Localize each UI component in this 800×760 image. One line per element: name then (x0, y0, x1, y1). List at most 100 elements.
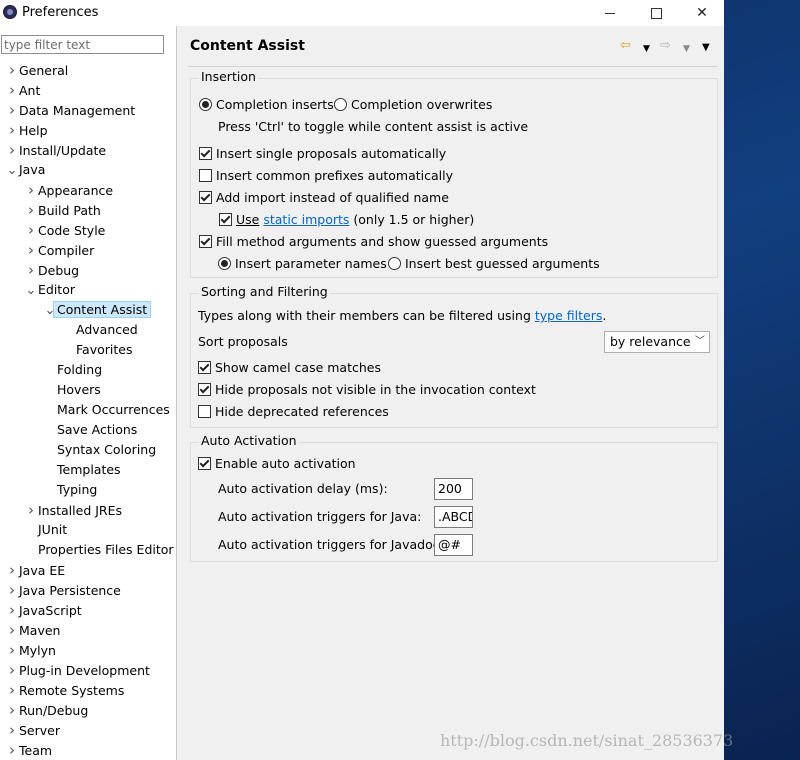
use-static-imports-checkbox[interactable]: Use static imports (only 1.5 or higher) (219, 210, 474, 230)
insert-best-guessed-radio[interactable]: Insert best guessed arguments (388, 254, 600, 274)
add-import-checkbox[interactable]: Add import instead of qualified name (199, 188, 449, 208)
chevron-right-icon[interactable]: › (5, 620, 19, 640)
chevron-right-icon[interactable]: › (24, 260, 38, 280)
chevron-right-icon[interactable]: › (5, 100, 19, 120)
tree-item[interactable]: › Debug (24, 260, 79, 280)
tree-item[interactable]: › Run/Debug (5, 700, 88, 720)
tree-item[interactable]: › Appearance (24, 180, 113, 200)
eclipse-app-icon (3, 5, 17, 19)
tree-item[interactable]: Folding (43, 360, 102, 380)
tree-item[interactable]: ⌄ Java (5, 160, 46, 181)
tree-item-label: Maven (19, 623, 61, 638)
java-triggers-label: Auto activation triggers for Java: (218, 509, 422, 524)
tree-item[interactable]: Properties Files Editor (24, 540, 174, 560)
chevron-right-icon[interactable]: › (5, 600, 19, 620)
tree-item[interactable]: Favorites (62, 340, 132, 360)
completion-overwrites-radio[interactable]: Completion overwrites (334, 95, 492, 115)
tree-item[interactable]: › Compiler (24, 240, 94, 260)
back-menu-chevron-down-icon[interactable]: ▼ (643, 41, 650, 57)
chevron-right-icon[interactable]: › (5, 80, 19, 100)
tree-item[interactable]: › JavaScript (5, 600, 82, 620)
chevron-right-icon[interactable]: › (5, 140, 19, 160)
chevron-down-icon[interactable]: ⌄ (24, 281, 38, 301)
tree-item[interactable]: Syntax Coloring (43, 440, 156, 460)
chevron-right-icon[interactable]: › (5, 60, 19, 80)
chevron-right-icon[interactable]: › (5, 680, 19, 700)
chevron-right-icon[interactable]: › (5, 660, 19, 680)
tree-item[interactable]: Typing (43, 480, 97, 500)
minimize-button[interactable] (587, 0, 633, 26)
tree-item-label: Advanced (76, 322, 138, 337)
chevron-down-icon[interactable]: ⌄ (5, 161, 19, 181)
tree-item[interactable]: › General (5, 60, 68, 80)
static-imports-link[interactable]: static imports (263, 212, 349, 227)
hide-deprecated-checkbox[interactable]: Hide deprecated references (198, 402, 389, 422)
chevron-down-icon: ﹀ (695, 336, 705, 347)
completion-inserts-radio[interactable]: Completion inserts (199, 95, 334, 115)
sort-proposals-label: Sort proposals (198, 334, 288, 349)
maximize-button[interactable] (633, 0, 679, 26)
tree-item[interactable]: › Plug-in Development (5, 660, 150, 680)
radio-selected-icon (199, 98, 212, 111)
tree-item-label: Compiler (38, 243, 95, 258)
insert-common-checkbox[interactable]: Insert common prefixes automatically (199, 166, 453, 186)
insert-single-checkbox[interactable]: Insert single proposals automatically (199, 144, 446, 164)
chevron-right-icon[interactable]: › (5, 580, 19, 600)
chevron-right-icon[interactable]: › (24, 200, 38, 220)
javadoc-triggers-label: Auto activation triggers for Javadoc: (218, 537, 444, 552)
chevron-right-icon[interactable]: › (5, 740, 19, 760)
back-arrow-icon[interactable]: ⇦ (620, 38, 631, 54)
close-button[interactable]: ✕ (679, 0, 724, 26)
hide-not-visible-checkbox[interactable]: Hide proposals not visible in the invoca… (198, 380, 536, 400)
view-menu-icon[interactable]: ▼ (702, 40, 710, 56)
tree-item[interactable]: ⌄ Editor (24, 280, 75, 300)
tree-item[interactable]: › Java Persistence (5, 580, 121, 600)
type-filters-link[interactable]: type filters (535, 308, 603, 323)
chevron-right-icon[interactable]: › (5, 700, 19, 720)
chevron-right-icon[interactable]: › (5, 120, 19, 140)
tree-item[interactable]: › Installed JREs (24, 500, 122, 520)
filter-input[interactable] (1, 35, 164, 54)
tree-item[interactable]: › Build Path (24, 200, 101, 220)
forward-arrow-icon[interactable]: ⇨ (660, 38, 671, 54)
chevron-right-icon[interactable]: › (24, 220, 38, 240)
tree-item[interactable]: › Maven (5, 620, 60, 640)
java-triggers-input[interactable]: .ABCD (434, 506, 473, 528)
radio-selected-icon (218, 257, 231, 270)
chevron-right-icon[interactable]: › (5, 720, 19, 740)
javadoc-triggers-input[interactable]: @# (434, 534, 473, 556)
chevron-right-icon[interactable]: › (5, 640, 19, 660)
chevron-right-icon[interactable]: › (5, 560, 19, 580)
sort-proposals-select[interactable]: by relevance ﹀ (604, 331, 710, 353)
tree-item[interactable]: Advanced (62, 320, 138, 340)
tree-item[interactable]: › Remote Systems (5, 680, 124, 700)
tree-item[interactable]: Save Actions (43, 420, 137, 440)
tree-item-label: Server (19, 723, 60, 738)
fill-method-checkbox[interactable]: Fill method arguments and show guessed a… (199, 232, 548, 252)
tree-item[interactable]: › Help (5, 120, 48, 140)
tree-item[interactable]: Templates (43, 460, 121, 480)
tree-item[interactable]: › Code Style (24, 220, 105, 240)
tree-item[interactable]: JUnit (24, 520, 67, 540)
tree-item[interactable]: › Data Management (5, 100, 135, 120)
delay-input[interactable]: 200 (434, 478, 473, 500)
radio-unselected-icon (334, 98, 347, 111)
tree-item[interactable]: › Java EE (5, 560, 65, 580)
tree-item[interactable]: › Mylyn (5, 640, 56, 660)
chevron-right-icon[interactable]: › (24, 500, 38, 520)
tree-item-label: Mark Occurrences (57, 402, 170, 417)
camel-case-checkbox[interactable]: Show camel case matches (198, 358, 381, 378)
tree-item[interactable]: › Team (5, 740, 52, 760)
chevron-right-icon[interactable]: › (24, 240, 38, 260)
forward-menu-chevron-down-icon[interactable]: ▼ (683, 41, 690, 57)
tree-item[interactable]: Hovers (43, 380, 101, 400)
enable-auto-activation-checkbox[interactable]: Enable auto activation (198, 454, 356, 474)
tree-item[interactable]: › Install/Update (5, 140, 106, 160)
insert-param-names-radio[interactable]: Insert parameter names (218, 254, 387, 274)
tree-item[interactable]: ⌄ Content Assist (43, 300, 152, 320)
tree-item[interactable]: › Server (5, 720, 60, 740)
chevron-right-icon[interactable]: › (24, 180, 38, 200)
tree-item[interactable]: Mark Occurrences (43, 400, 170, 420)
tree-item[interactable]: › Ant (5, 80, 40, 100)
watermark: http://blog.csdn.net/sinat_28536373 (440, 731, 734, 750)
